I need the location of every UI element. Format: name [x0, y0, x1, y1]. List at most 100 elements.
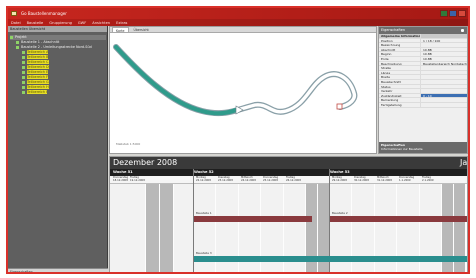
tree-panel-header: Baustellen Übersicht [8, 26, 107, 32]
tree-item-label: Projekt [15, 35, 27, 39]
menu-item-extras[interactable]: Extras [116, 21, 127, 25]
close-icon[interactable] [458, 10, 466, 17]
menu-item-gwf[interactable]: GWF [78, 21, 86, 25]
menu-item-ansichten[interactable]: Ansichten [92, 21, 110, 25]
item-icon [22, 90, 25, 94]
route-map[interactable]: Maßstab 1:5000 [110, 33, 376, 153]
event-bar[interactable] [330, 216, 467, 222]
property-value[interactable] [421, 85, 467, 89]
menu-bar: Datei Baustelle Gruppierung GWF Ansichte… [8, 19, 468, 26]
pin-icon[interactable] [461, 29, 464, 32]
event-bar[interactable] [194, 216, 312, 222]
property-value[interactable]: 10.8B [421, 52, 467, 56]
next-month: Ja [460, 158, 468, 167]
calendar-month-header: Dezember 2008 Ja [110, 157, 468, 169]
route-end-marker-icon [336, 103, 343, 110]
property-value[interactable] [421, 66, 467, 70]
item-icon [22, 85, 25, 89]
property-name: Verkehr [379, 89, 421, 93]
tree-item-label: Teilbereich D [27, 65, 49, 69]
day-label: Donnerstag 18.12.2008 [113, 176, 129, 182]
item-icon [22, 55, 25, 59]
tab-karte[interactable]: Karte [112, 27, 129, 33]
property-value[interactable] [421, 75, 467, 79]
day-label: Donnerstag 25.12.2008 [263, 176, 279, 182]
menu-item-datei[interactable]: Datei [11, 21, 21, 25]
day-label: Dienstag 23.12.2008 [218, 176, 233, 182]
property-value[interactable] [421, 98, 467, 102]
property-value[interactable]: Baustellenbereich Nordabschnitt [421, 62, 467, 65]
day-label: Montag 29.12.2008 [332, 176, 347, 182]
window-controls [440, 10, 466, 17]
tab-uebersicht[interactable]: Übersicht [131, 27, 152, 32]
day-label: Montag 22.12.2008 [196, 176, 211, 182]
property-value[interactable]: 10.8B [421, 48, 467, 51]
tree-item-label: Teilbereich G [27, 80, 49, 84]
properties-header: Eigenschaften [379, 27, 467, 34]
schedule-calendar: Dezember 2008 Ja Woche 51 Woche 52 Woche… [109, 156, 468, 272]
day-label: Freitag 26.12.2008 [286, 176, 301, 182]
weekend-column[interactable] [146, 184, 159, 272]
property-name: Breite [379, 75, 421, 79]
tree-panel: Baustellen Übersicht Projekt Baustelle 1 … [8, 26, 108, 272]
property-name: Allgemeine Information [381, 34, 421, 38]
item-icon [22, 65, 25, 69]
day-column[interactable] [110, 184, 145, 272]
event-label: Baustelle 1 [196, 211, 212, 215]
folder-icon [10, 35, 13, 39]
property-value[interactable] [421, 89, 467, 93]
week-label: Woche 52 [194, 170, 214, 174]
day-header-row: Donnerstag 18.12.2008 Freitag 19.12.2008 M… [110, 176, 467, 184]
property-value[interactable] [421, 80, 467, 84]
day-label: Dienstag 30.12.2008 [354, 176, 369, 182]
property-value[interactable]: 0 - 10 [421, 93, 467, 98]
property-value[interactable] [421, 103, 467, 107]
description-text: Informationen zur Baustelle [381, 147, 423, 151]
folder-icon [16, 45, 19, 49]
property-row[interactable]: Fertigstellung [379, 102, 467, 108]
day-label: Freitag 2.1.2009 [422, 176, 434, 182]
property-name: Bauabschnitt [379, 79, 421, 84]
weekend-column[interactable] [160, 184, 173, 272]
current-month: Dezember 2008 [113, 158, 178, 167]
property-name: Beschreibung [379, 61, 421, 66]
tree-item-label: Teilbereich C [27, 60, 49, 64]
day-label: Freitag 19.12.2008 [130, 176, 145, 182]
app-icon [11, 11, 17, 16]
tree-item-label: Teilbereich I [27, 90, 48, 94]
title-bar: Go Baustellenmanager [8, 8, 468, 19]
tree-item-label: Baustelle 2 - Umleitungsstrecke Nord-Süd [21, 45, 92, 49]
property-value[interactable] [421, 71, 467, 75]
property-value[interactable]: 1 / 18 / 100 [421, 39, 467, 42]
item-icon [22, 80, 25, 84]
tree-item-label: Teilbereich A [27, 50, 49, 54]
property-value[interactable]: 10.8B [421, 57, 467, 60]
tree-item-label: Baustelle 1 - Abschnitt [21, 40, 60, 44]
tree-panel-footer: Eigenschaften [8, 268, 108, 272]
property-name: Bezeichnung [379, 43, 421, 47]
tree-item[interactable]: Teilbereich I [10, 90, 106, 95]
menu-item-baustelle[interactable]: Baustelle [27, 21, 44, 25]
property-value[interactable] [421, 34, 467, 38]
maximize-icon[interactable] [449, 10, 457, 17]
property-name: Position [379, 38, 421, 43]
day-column[interactable] [174, 184, 193, 272]
week-header-row: Woche 51 Woche 52 Woche 53 [110, 169, 467, 176]
tree-item-label: Teilbereich E [27, 70, 49, 74]
folder-icon [16, 40, 19, 44]
property-grid: Allgemeine Information Position 1 / 18 / 1… [379, 34, 467, 108]
property-name: Abschnitt [379, 47, 421, 52]
menu-item-gruppierung[interactable]: Gruppierung [49, 21, 72, 25]
tree-item-label: Teilbereich H [27, 85, 49, 89]
event-bar[interactable] [194, 256, 467, 262]
minimize-icon[interactable] [440, 10, 448, 17]
property-value[interactable] [421, 43, 467, 47]
properties-title: Eigenschaften [381, 28, 406, 32]
map-scale: Maßstab 1:5000 [116, 142, 140, 146]
event-label: Baustelle 2 [332, 211, 348, 215]
application-window: Go Baustellenmanager Datei Baustelle Gru… [6, 6, 470, 274]
property-name: Fertigstellung [379, 102, 421, 107]
day-label: Mittwoch 24.12.2008 [241, 176, 256, 182]
item-icon [22, 75, 25, 79]
map-panel: Karte Übersicht Maßstab 1:5000 [109, 26, 377, 154]
